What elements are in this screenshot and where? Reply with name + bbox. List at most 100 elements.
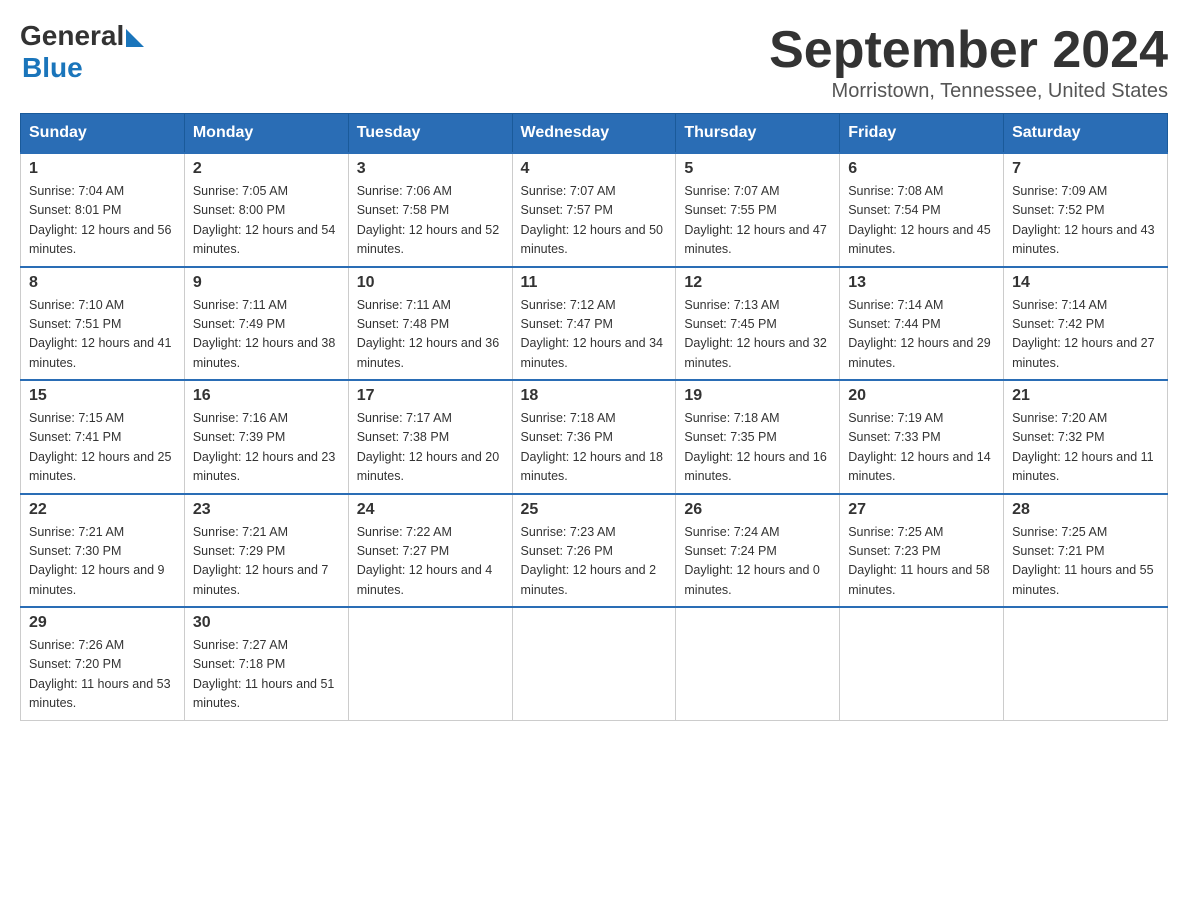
day-number: 12 — [684, 274, 831, 292]
calendar-cell: 13 Sunrise: 7:14 AMSunset: 7:44 PMDayligh… — [840, 267, 1004, 381]
day-number: 20 — [848, 387, 995, 405]
day-number: 6 — [848, 160, 995, 178]
calendar-cell: 9 Sunrise: 7:11 AMSunset: 7:49 PMDaylight… — [184, 267, 348, 381]
day-info: Sunrise: 7:23 AMSunset: 7:26 PMDaylight:… — [521, 523, 668, 601]
column-header-thursday: Thursday — [676, 114, 840, 154]
calendar-cell: 27 Sunrise: 7:25 AMSunset: 7:23 PMDayligh… — [840, 494, 1004, 608]
day-number: 7 — [1012, 160, 1159, 178]
calendar-cell: 24Sunrise: 7:22 AMSunset: 7:27 PMDayligh… — [348, 494, 512, 608]
day-number: 9 — [193, 274, 340, 292]
day-info: Sunrise: 7:13 AMSunset: 7:45 PMDaylight:… — [684, 296, 831, 374]
day-info: Sunrise: 7:18 AMSunset: 7:36 PMDaylight:… — [521, 409, 668, 487]
day-number: 27 — [848, 501, 995, 519]
day-info: Sunrise: 7:06 AMSunset: 7:58 PMDaylight:… — [357, 182, 504, 260]
day-number: 4 — [521, 160, 668, 178]
day-info: Sunrise: 7:24 AMSunset: 7:24 PMDaylight:… — [684, 523, 831, 601]
logo-triangle-icon — [126, 29, 144, 47]
day-info: Sunrise: 7:14 AMSunset: 7:42 PMDaylight:… — [1012, 296, 1159, 374]
day-info: Sunrise: 7:18 AMSunset: 7:35 PMDaylight:… — [684, 409, 831, 487]
week-row-3: 15 Sunrise: 7:15 AMSunset: 7:41 PMDayligh… — [21, 380, 1168, 494]
day-number: 5 — [684, 160, 831, 178]
title-area: September 2024 Morristown, Tennessee, Un… — [769, 20, 1168, 103]
calendar-cell: 21 Sunrise: 7:20 AMSunset: 7:32 PMDayligh… — [1004, 380, 1168, 494]
calendar-cell: 2 Sunrise: 7:05 AMSunset: 8:00 PMDaylight… — [184, 153, 348, 267]
day-number: 15 — [29, 387, 176, 405]
day-info: Sunrise: 7:12 AMSunset: 7:47 PMDaylight:… — [521, 296, 668, 374]
week-row-5: 29Sunrise: 7:26 AMSunset: 7:20 PMDayligh… — [21, 607, 1168, 720]
day-number: 11 — [521, 274, 668, 292]
calendar-cell: 17Sunrise: 7:17 AMSunset: 7:38 PMDayligh… — [348, 380, 512, 494]
day-info: Sunrise: 7:04 AMSunset: 8:01 PMDaylight:… — [29, 182, 176, 260]
day-info: Sunrise: 7:16 AMSunset: 7:39 PMDaylight:… — [193, 409, 340, 487]
calendar-cell: 12 Sunrise: 7:13 AMSunset: 7:45 PMDayligh… — [676, 267, 840, 381]
day-number: 29 — [29, 614, 176, 632]
calendar-cell: 16 Sunrise: 7:16 AMSunset: 7:39 PMDayligh… — [184, 380, 348, 494]
day-info: Sunrise: 7:08 AMSunset: 7:54 PMDaylight:… — [848, 182, 995, 260]
day-number: 1 — [29, 160, 176, 178]
day-info: Sunrise: 7:27 AMSunset: 7:18 PMDaylight:… — [193, 636, 340, 714]
day-info: Sunrise: 7:07 AMSunset: 7:55 PMDaylight:… — [684, 182, 831, 260]
logo-blue-text: Blue — [22, 52, 83, 84]
day-info: Sunrise: 7:11 AMSunset: 7:49 PMDaylight:… — [193, 296, 340, 374]
day-info: Sunrise: 7:25 AMSunset: 7:21 PMDaylight:… — [1012, 523, 1159, 601]
day-info: Sunrise: 7:15 AMSunset: 7:41 PMDaylight:… — [29, 409, 176, 487]
day-number: 10 — [357, 274, 504, 292]
day-number: 23 — [193, 501, 340, 519]
day-info: Sunrise: 7:25 AMSunset: 7:23 PMDaylight:… — [848, 523, 995, 601]
column-header-monday: Monday — [184, 114, 348, 154]
day-number: 3 — [357, 160, 504, 178]
day-number: 13 — [848, 274, 995, 292]
calendar-cell: 30 Sunrise: 7:27 AMSunset: 7:18 PMDayligh… — [184, 607, 348, 720]
calendar-cell: 11 Sunrise: 7:12 AMSunset: 7:47 PMDayligh… — [512, 267, 676, 381]
calendar-cell: 7 Sunrise: 7:09 AMSunset: 7:52 PMDaylight… — [1004, 153, 1168, 267]
calendar-cell: 26 Sunrise: 7:24 AMSunset: 7:24 PMDayligh… — [676, 494, 840, 608]
day-info: Sunrise: 7:17 AMSunset: 7:38 PMDaylight:… — [357, 409, 504, 487]
day-number: 8 — [29, 274, 176, 292]
day-info: Sunrise: 7:14 AMSunset: 7:44 PMDaylight:… — [848, 296, 995, 374]
day-info: Sunrise: 7:10 AMSunset: 7:51 PMDaylight:… — [29, 296, 176, 374]
calendar-cell — [348, 607, 512, 720]
week-row-4: 22 Sunrise: 7:21 AMSunset: 7:30 PMDayligh… — [21, 494, 1168, 608]
calendar-cell: 14 Sunrise: 7:14 AMSunset: 7:42 PMDayligh… — [1004, 267, 1168, 381]
page-header: General Blue September 2024 Morristown, … — [20, 20, 1168, 103]
calendar-cell: 6 Sunrise: 7:08 AMSunset: 7:54 PMDaylight… — [840, 153, 1004, 267]
day-info: Sunrise: 7:07 AMSunset: 7:57 PMDaylight:… — [521, 182, 668, 260]
calendar-cell: 29Sunrise: 7:26 AMSunset: 7:20 PMDayligh… — [21, 607, 185, 720]
day-info: Sunrise: 7:19 AMSunset: 7:33 PMDaylight:… — [848, 409, 995, 487]
day-info: Sunrise: 7:11 AMSunset: 7:48 PMDaylight:… — [357, 296, 504, 374]
calendar-cell: 8 Sunrise: 7:10 AMSunset: 7:51 PMDaylight… — [21, 267, 185, 381]
day-number: 21 — [1012, 387, 1159, 405]
calendar-cell — [1004, 607, 1168, 720]
calendar-cell: 18 Sunrise: 7:18 AMSunset: 7:36 PMDayligh… — [512, 380, 676, 494]
logo: General Blue — [20, 20, 144, 84]
week-row-1: 1 Sunrise: 7:04 AMSunset: 8:01 PMDaylight… — [21, 153, 1168, 267]
week-row-2: 8 Sunrise: 7:10 AMSunset: 7:51 PMDaylight… — [21, 267, 1168, 381]
calendar-cell: 20 Sunrise: 7:19 AMSunset: 7:33 PMDayligh… — [840, 380, 1004, 494]
calendar-subtitle: Morristown, Tennessee, United States — [769, 80, 1168, 103]
calendar-cell: 10 Sunrise: 7:11 AMSunset: 7:48 PMDayligh… — [348, 267, 512, 381]
calendar-cell: 28 Sunrise: 7:25 AMSunset: 7:21 PMDayligh… — [1004, 494, 1168, 608]
day-info: Sunrise: 7:20 AMSunset: 7:32 PMDaylight:… — [1012, 409, 1159, 487]
day-number: 16 — [193, 387, 340, 405]
day-number: 14 — [1012, 274, 1159, 292]
calendar-title: September 2024 — [769, 20, 1168, 80]
day-info: Sunrise: 7:05 AMSunset: 8:00 PMDaylight:… — [193, 182, 340, 260]
column-header-saturday: Saturday — [1004, 114, 1168, 154]
day-info: Sunrise: 7:21 AMSunset: 7:30 PMDaylight:… — [29, 523, 176, 601]
column-header-sunday: Sunday — [21, 114, 185, 154]
day-number: 2 — [193, 160, 340, 178]
day-number: 28 — [1012, 501, 1159, 519]
day-number: 30 — [193, 614, 340, 632]
day-number: 18 — [521, 387, 668, 405]
calendar-cell — [676, 607, 840, 720]
day-number: 26 — [684, 501, 831, 519]
day-number: 22 — [29, 501, 176, 519]
day-info: Sunrise: 7:09 AMSunset: 7:52 PMDaylight:… — [1012, 182, 1159, 260]
column-header-tuesday: Tuesday — [348, 114, 512, 154]
calendar-cell: 22 Sunrise: 7:21 AMSunset: 7:30 PMDayligh… — [21, 494, 185, 608]
column-header-wednesday: Wednesday — [512, 114, 676, 154]
day-info: Sunrise: 7:22 AMSunset: 7:27 PMDaylight:… — [357, 523, 504, 601]
calendar-table: SundayMondayTuesdayWednesdayThursdayFrid… — [20, 113, 1168, 721]
day-number: 25 — [521, 501, 668, 519]
calendar-cell: 19Sunrise: 7:18 AMSunset: 7:35 PMDayligh… — [676, 380, 840, 494]
